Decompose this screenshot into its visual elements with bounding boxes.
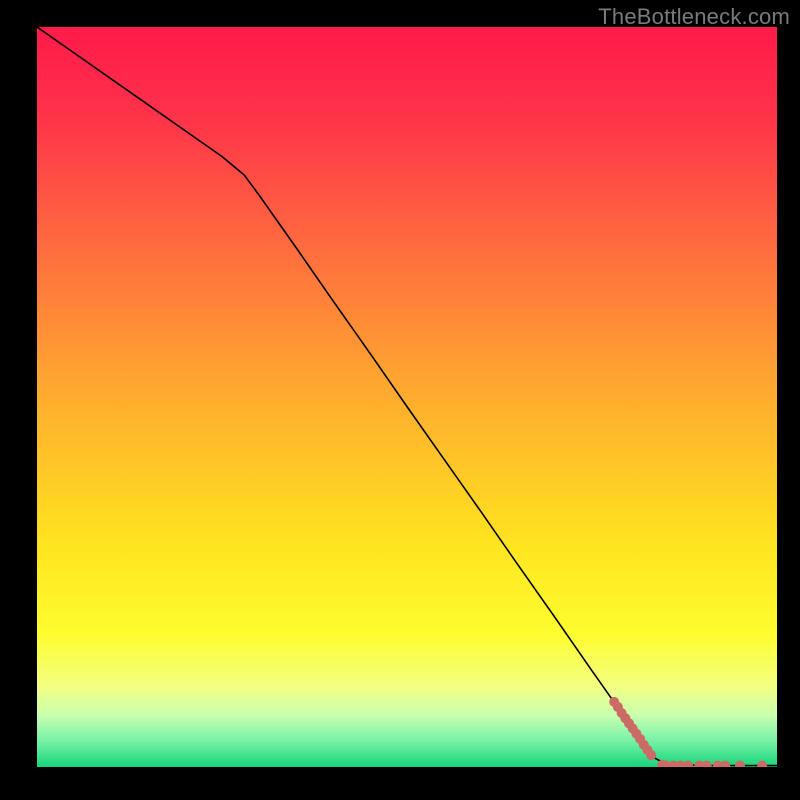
watermark-text: TheBottleneck.com [598,4,790,30]
chart-svg [37,27,777,767]
data-point [646,750,656,760]
plot-area [37,27,777,767]
chart-container: TheBottleneck.com [0,0,800,800]
gradient-background [37,27,777,767]
